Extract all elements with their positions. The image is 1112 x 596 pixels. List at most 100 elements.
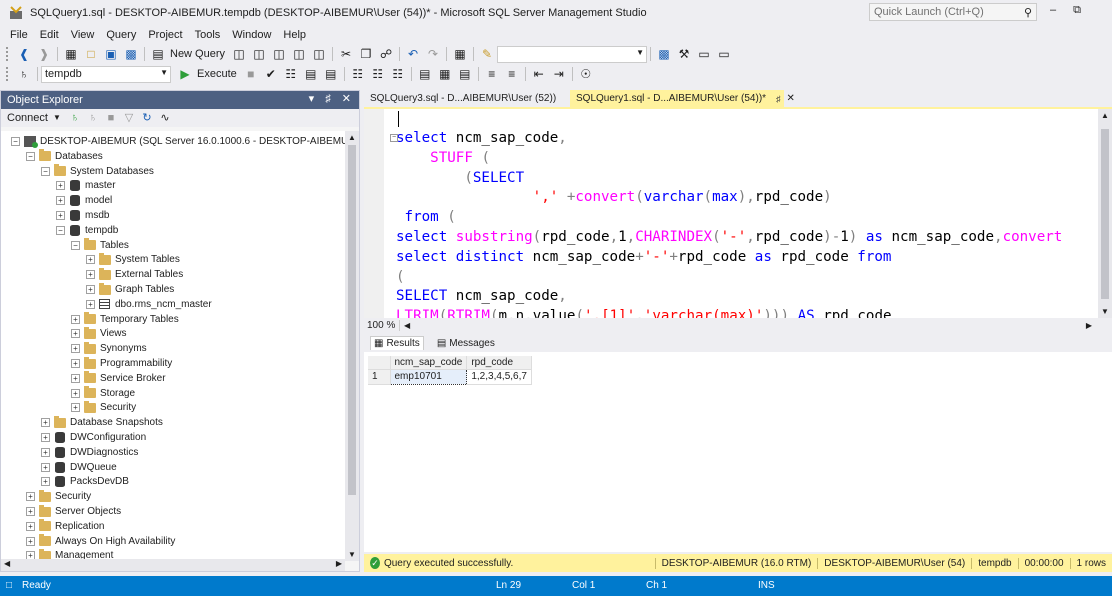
stop-icon[interactable]: ■	[104, 110, 118, 126]
menu-file[interactable]: File	[4, 29, 34, 41]
close-icon[interactable]: ✕	[787, 93, 795, 104]
new-query-icon[interactable]: ▤	[150, 46, 166, 62]
restore-button[interactable]: ⧉	[1068, 4, 1086, 20]
dmx-query-icon[interactable]: ◫	[271, 46, 287, 62]
collapse-icon[interactable]: −	[26, 151, 35, 161]
forward-icon[interactable]: ❱	[36, 46, 52, 62]
tree-node[interactable]: + Service Broker	[71, 371, 166, 386]
undo-icon[interactable]: ↶	[405, 46, 421, 62]
expand-icon[interactable]: +	[71, 344, 80, 354]
code-line[interactable]: STUFF (	[396, 148, 490, 168]
display-estimated-plan-icon[interactable]: ☷	[283, 66, 299, 82]
execute-icon[interactable]: ▶	[177, 66, 193, 82]
open-file-icon[interactable]: □	[83, 46, 99, 62]
code-line[interactable]: LTRIM(RTRIM(m.n.value('.[1]','varchar(ma…	[396, 306, 892, 318]
collapse-icon[interactable]: −	[56, 225, 65, 235]
toolbox-icon[interactable]: ▭	[696, 46, 712, 62]
menu-project[interactable]: Project	[142, 29, 188, 41]
tree-node[interactable]: − DESKTOP-AIBEMUR (SQL Server 16.0.1000.6…	[11, 134, 345, 149]
database-select[interactable]: tempdb ▼	[41, 65, 171, 83]
scroll-left-icon[interactable]: ◀	[404, 321, 410, 330]
copy-icon[interactable]: ❐	[358, 46, 374, 62]
expand-icon[interactable]: +	[71, 329, 80, 339]
scrollbar-thumb[interactable]	[1101, 129, 1109, 299]
expand-icon[interactable]: +	[71, 403, 80, 413]
intellisense-icon[interactable]: ▤	[323, 66, 339, 82]
results-to-text-icon[interactable]: ▤	[417, 66, 433, 82]
tools-icon[interactable]: ⚒	[676, 46, 692, 62]
find-combo[interactable]: ▼	[497, 45, 648, 63]
filter-icon[interactable]: ▽	[122, 110, 136, 126]
specify-values-icon[interactable]: ☉	[578, 66, 594, 82]
tree-node[interactable]: + System Tables	[86, 252, 180, 267]
tree-node[interactable]: + Views	[71, 326, 127, 341]
expand-icon[interactable]: +	[26, 521, 35, 531]
expand-icon[interactable]: +	[41, 433, 50, 442]
tree-node[interactable]: + Replication	[26, 519, 104, 534]
tree-node[interactable]: + Security	[71, 400, 136, 415]
tree-node[interactable]: + Always On High Availability	[26, 534, 175, 549]
uncomment-icon[interactable]: ≡	[504, 66, 520, 82]
tab-messages[interactable]: ▤ Messages	[434, 337, 498, 350]
toolbar-grip[interactable]	[6, 47, 10, 61]
tab-sqlquery1[interactable]: SQLQuery1.sql - D...AIBEMUR\User (54))* …	[570, 90, 795, 107]
back-icon[interactable]: ❰	[16, 46, 32, 62]
refresh-icon[interactable]: ↻	[140, 110, 154, 126]
menu-edit[interactable]: Edit	[34, 29, 65, 41]
tree-node[interactable]: + External Tables	[86, 267, 183, 282]
properties-icon[interactable]: ▩	[656, 46, 672, 62]
paste-icon[interactable]: ☍	[378, 46, 394, 62]
cut-icon[interactable]: ✂	[338, 46, 354, 62]
expand-icon[interactable]: +	[26, 536, 35, 546]
save-all-icon[interactable]: ▩	[123, 46, 139, 62]
column-header[interactable]: rpd_code	[466, 356, 532, 370]
collapse-icon[interactable]: −	[41, 166, 50, 176]
connect-server-icon[interactable]: ♄	[68, 110, 82, 126]
stop-icon[interactable]: ■	[243, 66, 259, 82]
tree-node[interactable]: + Security	[26, 489, 91, 504]
tree-node[interactable]: + msdb	[56, 208, 109, 223]
tree-node[interactable]: + dbo.rms_ncm_master	[86, 297, 212, 312]
tree-node[interactable]: − Tables	[71, 238, 129, 253]
code-line[interactable]: ',' +convert(varchar(max),rpd_code)	[396, 187, 832, 207]
expand-icon[interactable]: +	[86, 285, 95, 294]
client-stats-icon[interactable]: ☷	[390, 66, 406, 82]
minimize-button[interactable]: –	[1044, 4, 1062, 20]
tree-node[interactable]: + DWDiagnostics	[41, 445, 138, 460]
new-project-icon[interactable]: ▦	[63, 46, 79, 62]
collapse-icon[interactable]: −	[71, 240, 80, 250]
expand-icon[interactable]: +	[26, 492, 35, 502]
tab-results[interactable]: ▦ Results	[370, 336, 424, 350]
execute-button[interactable]: Execute	[197, 68, 237, 80]
collapse-region-icon[interactable]: −	[390, 134, 398, 142]
tree-node[interactable]: + Storage	[71, 386, 135, 401]
table-cell[interactable]: 1,2,3,4,5,6,7	[466, 369, 532, 385]
results-to-file-icon[interactable]: ▤	[457, 66, 473, 82]
menu-query[interactable]: Query	[100, 29, 142, 41]
tree-node[interactable]: + DWQueue	[41, 460, 117, 475]
tree-node[interactable]: + PacksDevDB	[41, 474, 129, 489]
increase-indent-icon[interactable]: ⇥	[551, 66, 567, 82]
parse-icon[interactable]: ✔	[263, 66, 279, 82]
code-line[interactable]: (	[396, 267, 405, 287]
connect-dropdown[interactable]: Connect	[7, 112, 48, 124]
menu-tools[interactable]: Tools	[189, 29, 227, 41]
menu-view[interactable]: View	[65, 29, 101, 41]
code-line[interactable]: SELECT ncm_sap_code,	[396, 286, 567, 306]
tree-node[interactable]: + Graph Tables	[86, 282, 174, 297]
tree-node[interactable]: + model	[56, 193, 112, 208]
expand-icon[interactable]: +	[56, 196, 65, 206]
database-engine-query-icon[interactable]: ◫	[231, 46, 247, 62]
scroll-right-icon[interactable]: ▶	[1086, 321, 1092, 330]
dax-query-icon[interactable]: ◫	[311, 46, 327, 62]
expand-icon[interactable]: +	[56, 211, 65, 220]
decrease-indent-icon[interactable]: ⇤	[531, 66, 547, 82]
code-line[interactable]: select distinct ncm_sap_code+'-'+rpd_cod…	[396, 247, 891, 267]
redo-icon[interactable]: ↷	[425, 46, 441, 62]
toolbar-grip[interactable]	[6, 67, 10, 81]
tree-node[interactable]: − Databases	[26, 149, 103, 164]
expand-icon[interactable]: +	[41, 462, 50, 472]
sql-editor[interactable]: select ncm_sap_code, STUFF ( (SELECT ','…	[364, 109, 1112, 318]
tree-node[interactable]: + Temporary Tables	[71, 312, 179, 327]
menu-help[interactable]: Help	[277, 29, 312, 41]
